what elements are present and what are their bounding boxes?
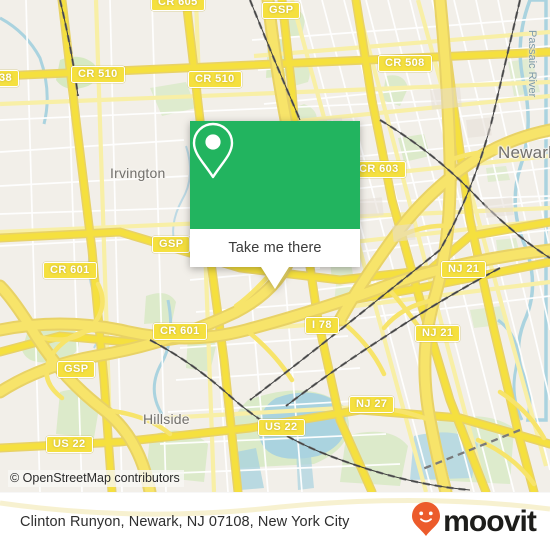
- route-shield-cr510-west[interactable]: CR 510: [71, 66, 125, 83]
- route-shield-cr601-mid[interactable]: CR 601: [153, 323, 207, 340]
- route-shield-cr605[interactable]: CR 605: [151, 0, 205, 11]
- footer-bar: Clinton Runyon, Newark, NJ 07108, New Yo…: [0, 492, 550, 550]
- osm-attribution[interactable]: © OpenStreetMap contributors: [8, 470, 184, 487]
- location-text: Clinton Runyon, Newark, NJ 07108, New Yo…: [20, 513, 350, 530]
- route-shield-us22-east[interactable]: US 22: [258, 419, 305, 436]
- route-shield-cr508[interactable]: CR 508: [378, 55, 432, 72]
- card-header: [190, 121, 360, 229]
- place-label-hillside: Hillside: [143, 411, 190, 427]
- route-shield-gsp-mid[interactable]: GSP: [152, 236, 191, 253]
- route-shield-i78[interactable]: I 78: [305, 317, 339, 334]
- map-canvas[interactable]: Irvington Newark Hillside Passaic River …: [0, 0, 550, 492]
- location-info-card[interactable]: Take me there: [190, 121, 360, 289]
- place-label-newark: Newark: [498, 143, 550, 162]
- moovit-pin-smiley-icon: [411, 501, 441, 542]
- water-label-passaic-river: Passaic River: [526, 30, 538, 98]
- route-shield-38[interactable]: 38: [0, 70, 20, 87]
- moovit-logo[interactable]: moovit: [411, 501, 537, 542]
- map-screenshot: Irvington Newark Hillside Passaic River …: [0, 0, 550, 550]
- take-me-there-label: Take me there: [228, 240, 322, 256]
- place-label-irvington: Irvington: [110, 165, 166, 181]
- route-shield-nj21-north[interactable]: NJ 21: [441, 261, 487, 278]
- route-shield-cr601-west[interactable]: CR 601: [43, 262, 97, 279]
- route-shield-cr603[interactable]: CR 603: [352, 161, 406, 178]
- route-shield-cr510-east[interactable]: CR 510: [188, 71, 242, 88]
- route-shield-gsp-top[interactable]: GSP: [262, 2, 301, 19]
- take-me-there-button[interactable]: Take me there: [190, 229, 360, 267]
- route-shield-nj21-south[interactable]: NJ 21: [415, 325, 461, 342]
- route-shield-gsp-south[interactable]: GSP: [57, 361, 96, 378]
- card-pointer-tail: [261, 267, 289, 289]
- route-shield-us22-west[interactable]: US 22: [46, 436, 93, 453]
- route-shield-nj27[interactable]: NJ 27: [349, 396, 395, 413]
- moovit-wordmark: moovit: [443, 504, 537, 538]
